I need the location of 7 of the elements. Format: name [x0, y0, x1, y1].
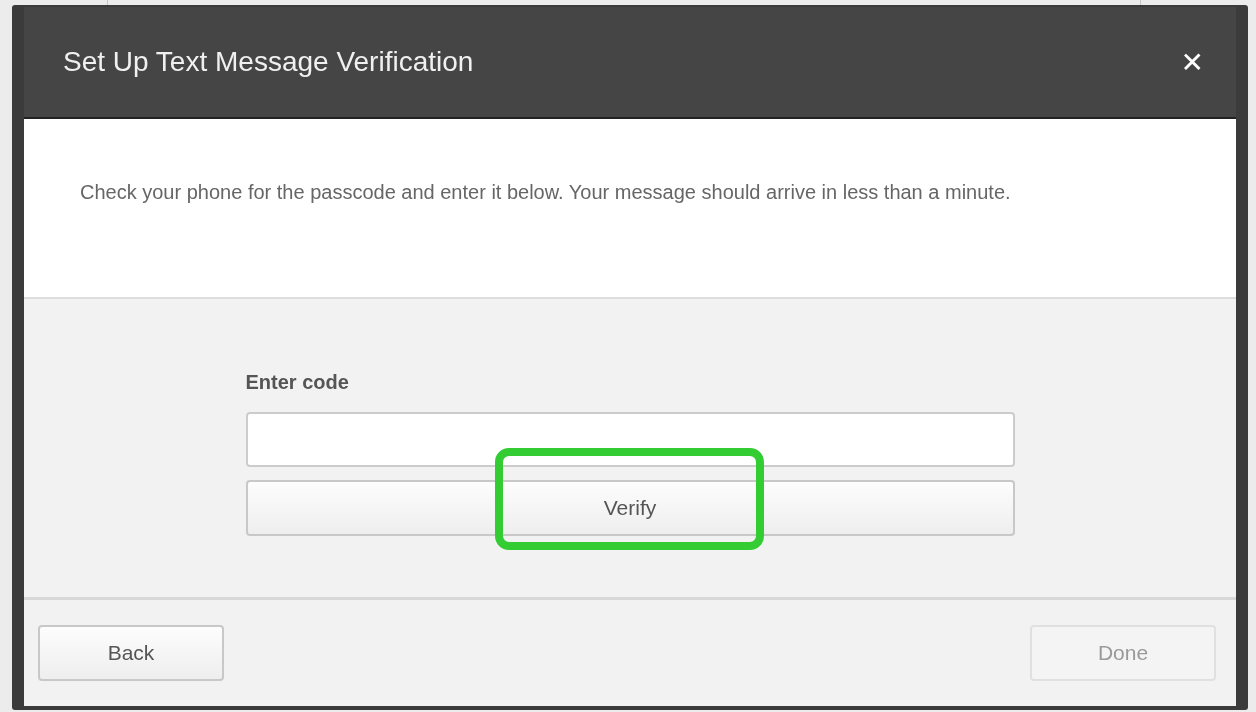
dialog-title: Set Up Text Message Verification	[63, 46, 474, 78]
instruction-text: Check your phone for the passcode and enter it below. Your message should arrive in less than a minute.	[80, 180, 1011, 205]
back-button[interactable]: Back	[38, 625, 224, 681]
close-button[interactable]: ✕	[1176, 43, 1208, 81]
code-input-field[interactable]	[245, 412, 1015, 467]
field-label: Enter code	[245, 371, 350, 394]
verify-button[interactable]: Verify	[245, 480, 1015, 536]
